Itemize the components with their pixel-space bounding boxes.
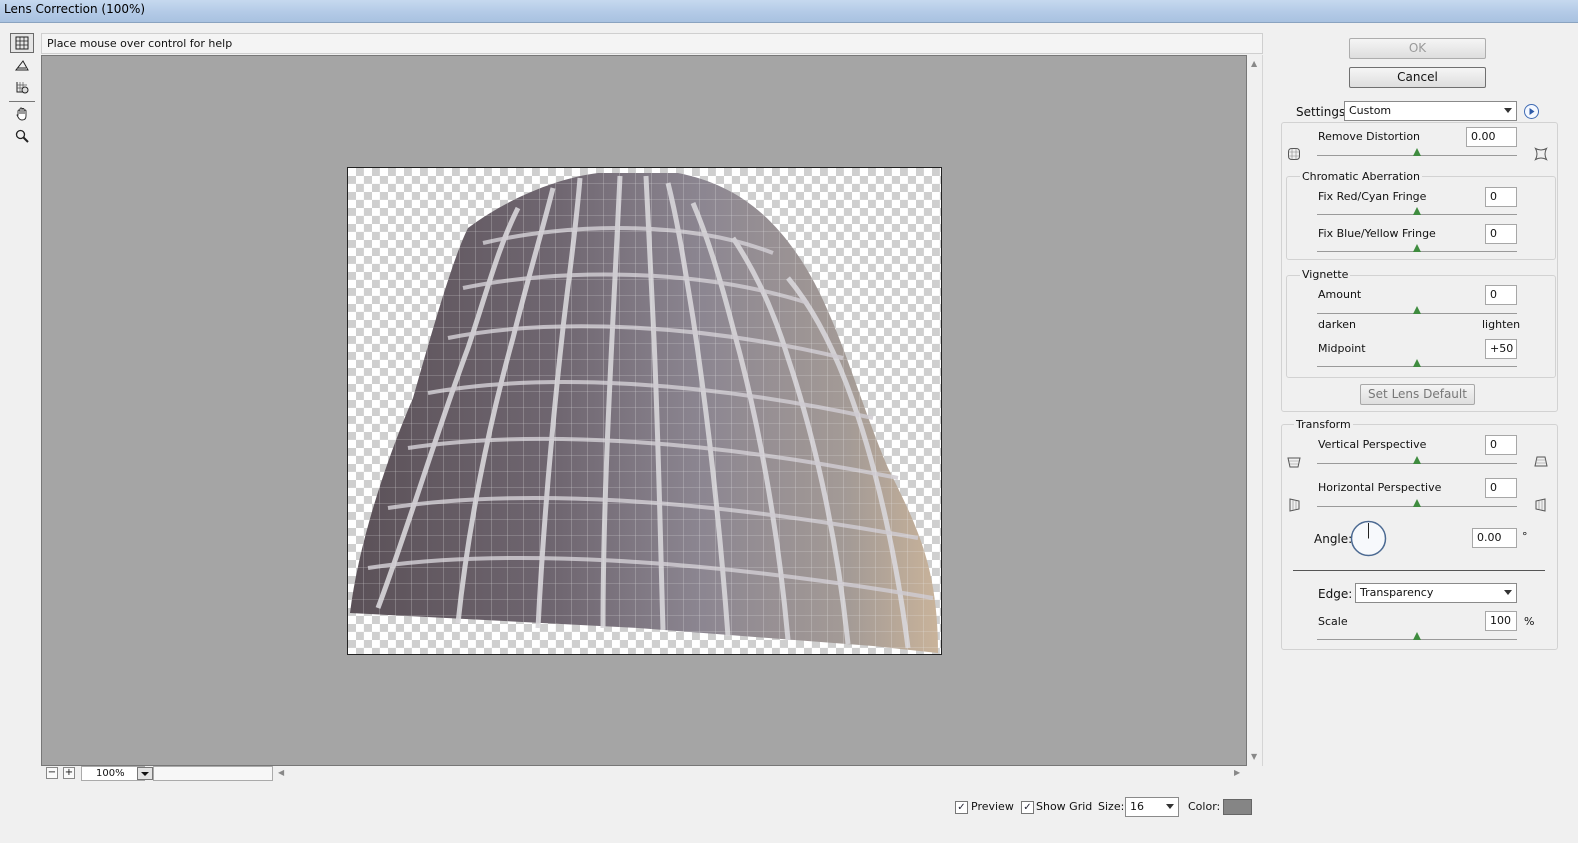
show-grid-checkbox[interactable]: ✓: [1021, 801, 1034, 814]
remove-distortion-label: Remove Distortion: [1318, 130, 1421, 143]
chromatic-aberration-title: Chromatic Aberration: [1300, 170, 1422, 183]
scroll-up-icon[interactable]: ▲: [1251, 59, 1257, 68]
edge-value: Transparency: [1360, 586, 1434, 599]
edge-select[interactable]: Transparency: [1355, 583, 1517, 603]
preview-canvas[interactable]: [41, 55, 1247, 766]
vertical-perspective-minus-icon: [1287, 457, 1301, 468]
angle-dial-icon[interactable]: [1350, 520, 1387, 557]
image-preview[interactable]: [347, 167, 942, 655]
scroll-left-icon[interactable]: ◀: [278, 768, 284, 777]
ok-button[interactable]: OK: [1349, 38, 1486, 59]
remove-distortion-tool-icon[interactable]: [10, 33, 34, 53]
settings-label: Settings:: [1296, 105, 1350, 119]
zoom-in-button[interactable]: +: [63, 767, 75, 779]
grid-size-label: Size:: [1098, 800, 1125, 813]
zoom-tool-icon[interactable]: [10, 126, 34, 146]
vignette-title: Vignette: [1300, 268, 1351, 281]
red-cyan-input[interactable]: 0: [1485, 187, 1517, 207]
horizontal-perspective-plus-icon: [1535, 498, 1546, 512]
straighten-tool-icon[interactable]: [10, 55, 34, 75]
red-cyan-thumb[interactable]: [1413, 207, 1421, 215]
title-bar: Lens Correction (100%): [0, 0, 1578, 23]
help-bar: Place mouse over control for help: [41, 33, 1263, 54]
zoom-level-input[interactable]: 100%: [81, 766, 145, 781]
darken-label: darken: [1318, 318, 1356, 331]
edge-label: Edge:: [1318, 587, 1353, 601]
blue-yellow-input[interactable]: 0: [1485, 224, 1517, 244]
preview-checkbox[interactable]: ✓: [955, 801, 968, 814]
vertical-perspective-plus-icon: [1534, 456, 1548, 467]
midpoint-thumb[interactable]: [1413, 359, 1421, 367]
cancel-button[interactable]: Cancel: [1349, 67, 1486, 88]
angle-label: Angle:: [1314, 532, 1353, 546]
set-lens-default-button[interactable]: Set Lens Default: [1360, 384, 1475, 405]
zoom-dropdown-button[interactable]: [137, 767, 153, 780]
scale-label: Scale: [1318, 615, 1348, 628]
settings-menu-icon[interactable]: [1523, 103, 1540, 120]
scale-thumb[interactable]: [1413, 632, 1421, 640]
preview-label: Preview: [971, 800, 1014, 813]
horizontal-perspective-label: Horizontal Perspective: [1318, 481, 1442, 494]
blue-yellow-label: Fix Blue/Yellow Fringe: [1318, 227, 1436, 240]
lighten-label: lighten: [1482, 318, 1521, 331]
grid-color-label: Color:: [1188, 800, 1221, 813]
vertical-perspective-input[interactable]: 0: [1485, 435, 1517, 455]
zoom-bar-spacer: [153, 766, 273, 781]
scroll-down-icon[interactable]: ▼: [1251, 752, 1257, 761]
grid-size-select[interactable]: 16: [1125, 797, 1179, 817]
remove-distortion-thumb[interactable]: [1413, 148, 1421, 156]
chevron-down-icon: [141, 772, 149, 776]
settings-value: Custom: [1349, 104, 1392, 117]
building-image: [348, 168, 941, 654]
red-cyan-label: Fix Red/Cyan Fringe: [1318, 190, 1427, 203]
window-title: Lens Correction (100%): [4, 2, 146, 16]
vignette-amount-thumb[interactable]: [1413, 306, 1421, 314]
horizontal-scrollbar[interactable]: ◀ ▶: [276, 766, 1247, 780]
vertical-perspective-label: Vertical Perspective: [1318, 438, 1427, 451]
grid-size-value: 16: [1130, 800, 1144, 813]
settings-select[interactable]: Custom: [1344, 101, 1517, 121]
vertical-perspective-thumb[interactable]: [1413, 456, 1421, 464]
blue-yellow-thumb[interactable]: [1413, 244, 1421, 252]
move-grid-tool-icon[interactable]: [10, 77, 34, 97]
pincushion-icon: [1288, 148, 1300, 160]
scale-input[interactable]: 100: [1485, 611, 1517, 631]
hand-tool-icon[interactable]: [10, 104, 34, 124]
angle-input[interactable]: 0.00: [1472, 528, 1517, 548]
grid-color-swatch[interactable]: [1223, 799, 1252, 815]
vignette-amount-input[interactable]: 0: [1485, 285, 1517, 305]
show-grid-label: Show Grid: [1036, 800, 1093, 813]
vertical-scrollbar[interactable]: ▲ ▼: [1247, 55, 1263, 766]
scroll-right-icon[interactable]: ▶: [1234, 768, 1240, 777]
horizontal-perspective-thumb[interactable]: [1413, 499, 1421, 507]
chevron-down-icon: [1166, 804, 1174, 809]
chevron-down-icon: [1504, 108, 1512, 113]
horizontal-perspective-input[interactable]: 0: [1485, 478, 1517, 498]
tool-palette: [7, 31, 37, 151]
remove-distortion-input[interactable]: 0.00: [1466, 127, 1517, 147]
chevron-down-icon: [1504, 590, 1512, 595]
barrel-icon: [1534, 147, 1548, 161]
zoom-bar: − + 100%: [43, 766, 275, 782]
transform-divider: [1293, 570, 1545, 571]
vignette-amount-label: Amount: [1318, 288, 1362, 301]
midpoint-input[interactable]: +50: [1485, 339, 1517, 359]
scale-unit: %: [1524, 615, 1535, 628]
transform-title: Transform: [1294, 418, 1353, 431]
angle-unit: °: [1522, 530, 1528, 543]
horizontal-perspective-minus-icon: [1289, 498, 1300, 512]
midpoint-label: Midpoint: [1318, 342, 1366, 355]
zoom-out-button[interactable]: −: [46, 767, 58, 779]
